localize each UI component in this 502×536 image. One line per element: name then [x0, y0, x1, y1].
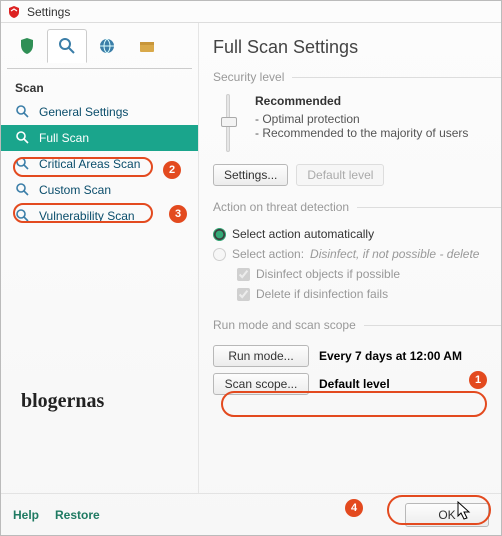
tab-update[interactable]	[87, 29, 127, 63]
scan-scope-button[interactable]: Scan scope...	[213, 373, 309, 395]
magnifier-icon	[15, 130, 31, 146]
annotation-badge-2: 2	[163, 161, 181, 179]
sidebar-item-full-scan[interactable]: Full Scan	[1, 125, 198, 151]
group-run-mode: Run mode and scan scope Run mode... Ever…	[213, 318, 501, 398]
restore-link[interactable]: Restore	[55, 508, 100, 522]
checkbox-delete: Delete if disinfection fails	[213, 284, 501, 304]
content-pane: Full Scan Settings Security level Recomm…	[199, 23, 501, 493]
security-level-slider[interactable]	[213, 94, 243, 154]
magnifier-icon	[15, 182, 31, 198]
sidebar-item-label: Full Scan	[39, 131, 89, 145]
sidebar-item-label: General Settings	[39, 105, 128, 119]
security-bullet: - Recommended to the majority of users	[255, 126, 468, 140]
annotation-badge-4: 4	[345, 499, 363, 517]
radio-label: Select action automatically	[232, 227, 374, 241]
magnifier-icon	[15, 156, 31, 172]
ok-button[interactable]: OK	[405, 503, 489, 527]
checkbox-label: Delete if disinfection fails	[256, 287, 388, 301]
help-link[interactable]: Help	[13, 508, 39, 522]
run-mode-button[interactable]: Run mode...	[213, 345, 309, 367]
annotation-badge-1: 1	[469, 371, 487, 389]
tab-tools[interactable]	[127, 29, 167, 63]
security-level-name: Recommended	[255, 94, 468, 108]
checkbox-disinfect: Disinfect objects if possible	[213, 264, 501, 284]
sidebar-item-label: Critical Areas Scan	[39, 157, 140, 171]
sidebar-item-general-settings[interactable]: General Settings	[1, 99, 198, 125]
footer: Help Restore OK	[1, 493, 501, 535]
sidebar-item-custom-scan[interactable]: Custom Scan	[1, 177, 198, 203]
radio-select-action[interactable]: Select action: Disinfect, if not possibl…	[213, 244, 501, 264]
radio-auto-action[interactable]: Select action automatically	[213, 224, 501, 244]
app-icon	[7, 5, 21, 19]
group-legend: Security level	[213, 70, 292, 84]
group-security-level: Security level Recommended - Optimal pro…	[213, 70, 501, 186]
sidebar-section-label: Scan	[1, 77, 198, 99]
radio-input[interactable]	[213, 228, 226, 241]
sidebar-item-label: Vulnerability Scan	[39, 209, 135, 223]
brand-logo: blogernas	[1, 390, 198, 493]
page-title: Full Scan Settings	[213, 37, 501, 58]
tab-scan[interactable]	[47, 29, 87, 63]
cursor-icon	[455, 501, 475, 523]
security-bullet: - Optimal protection	[255, 112, 468, 126]
annotation-badge-3: 3	[169, 205, 187, 223]
titlebar: Settings	[1, 1, 501, 23]
security-settings-button[interactable]: Settings...	[213, 164, 288, 186]
group-legend: Action on threat detection	[213, 200, 357, 214]
settings-window: 2 3 1 4 Settings Scan General S	[0, 0, 502, 536]
radio-input[interactable]	[213, 248, 226, 261]
security-default-button: Default level	[296, 164, 384, 186]
sidebar-item-label: Custom Scan	[39, 183, 111, 197]
checkbox-input	[237, 288, 250, 301]
category-tabs	[7, 29, 192, 63]
checkbox-label: Disinfect objects if possible	[256, 267, 400, 281]
select-action-value: Disinfect, if not possible - delete	[310, 247, 479, 261]
tab-protection[interactable]	[7, 29, 47, 63]
group-legend: Run mode and scan scope	[213, 318, 364, 332]
checkbox-input	[237, 268, 250, 281]
scan-scope-value: Default level	[319, 377, 390, 391]
magnifier-icon	[15, 208, 31, 224]
window-title: Settings	[27, 5, 70, 19]
sidebar: Scan General Settings Full Scan Critical…	[1, 23, 199, 493]
group-threat-action: Action on threat detection Select action…	[213, 200, 501, 304]
magnifier-icon	[15, 104, 31, 120]
run-mode-value: Every 7 days at 12:00 AM	[319, 349, 462, 363]
radio-label: Select action:	[232, 247, 304, 261]
